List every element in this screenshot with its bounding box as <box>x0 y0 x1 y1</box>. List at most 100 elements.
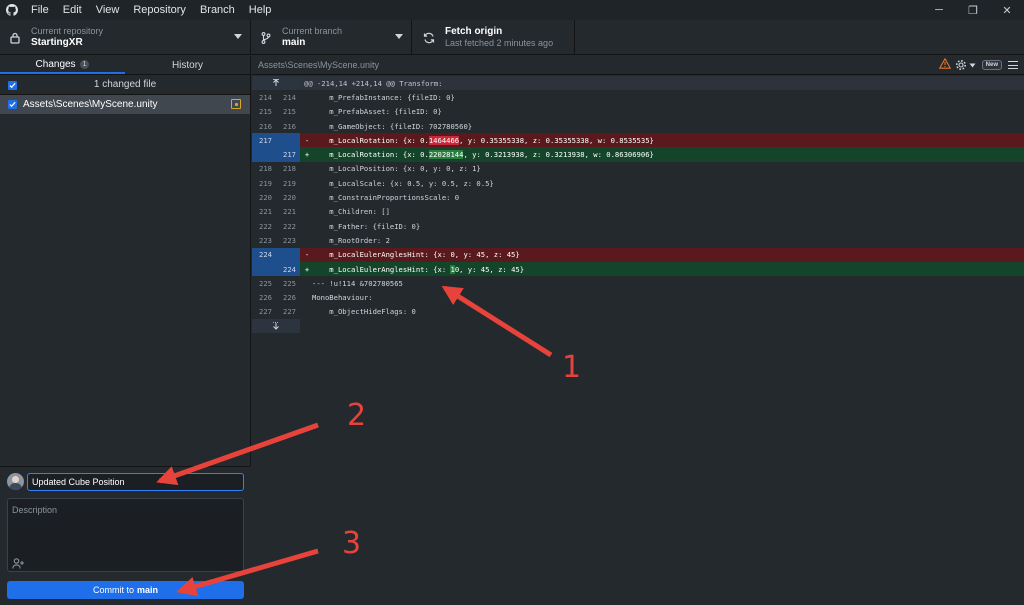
commit-button[interactable]: Commit to main <box>7 581 244 599</box>
diff-sign <box>302 222 312 231</box>
annotation-number-1: 1 <box>562 350 582 385</box>
line-numbers: 225 225 <box>252 276 300 291</box>
diff-line-context[interactable]: 216 216 m_GameObject: {fileID: 702780560} <box>252 118 1024 134</box>
tab-history[interactable]: History <box>125 56 250 74</box>
line-numbers: 220 220 <box>252 190 300 205</box>
menu-edit[interactable]: Edit <box>56 4 89 16</box>
menu-branch[interactable]: Branch <box>193 4 242 16</box>
diff-line-context[interactable]: 223 223 m_RootOrder: 2 <box>252 233 1024 248</box>
diff-line-del[interactable]: 224 - m_LocalEulerAnglesHint: {x: 0, y: 4… <box>252 247 1024 262</box>
menu-help[interactable]: Help <box>242 4 279 16</box>
menu-repository[interactable]: Repository <box>126 4 193 16</box>
warning-icon[interactable] <box>938 57 951 72</box>
diff-line-context[interactable]: 214 214 m_PrefabInstance: {fileID: 0} <box>252 90 1024 105</box>
file-list-item[interactable]: Assets\Scenes\MyScene.unity <box>0 95 250 114</box>
line-numbers: 219 219 <box>252 176 300 191</box>
line-numbers: 216 216 <box>252 118 300 134</box>
diff-sign: + <box>304 150 310 160</box>
minimize-button[interactable]: ─ <box>922 0 956 20</box>
fetch-origin-button[interactable]: Fetch origin Last fetched 2 minutes ago <box>412 20 575 55</box>
diff-sign <box>302 193 312 202</box>
commit-description-box[interactable] <box>7 498 244 572</box>
select-all-checkbox[interactable] <box>8 81 17 90</box>
new-line-number: 216 <box>283 121 296 131</box>
code-segment: , y: 0.3213938, z: 0.3213938, w: 0.86306… <box>463 150 654 160</box>
code-segment: m_LocalEulerAnglesHint: {x: 0, y: 45, z:… <box>312 250 520 260</box>
menu-icon[interactable] <box>1008 60 1018 70</box>
diff-line-context[interactable]: 215 215 m_PrefabAsset: {fileID: 0} <box>252 104 1024 119</box>
current-repository-dropdown[interactable]: Current repository StartingXR <box>0 20 251 55</box>
code-text: m_LocalScale: {x: 0.5, y: 0.5, z: 0.5} <box>312 178 494 188</box>
close-button[interactable]: ✕ <box>990 0 1024 20</box>
diff-line-context[interactable]: 227 227 m_ObjectHideFlags: 0 <box>252 304 1024 320</box>
diff-line-context[interactable]: 221 221 m_Children: [] <box>252 204 1024 219</box>
diff-line-context[interactable]: 219 219 m_LocalScale: {x: 0.5, y: 0.5, z:… <box>252 176 1024 191</box>
menu-view[interactable]: View <box>89 4 127 16</box>
code-text: m_LocalEulerAnglesHint: {x: 0, y: 45, z:… <box>312 250 1024 259</box>
file-checkbox[interactable] <box>8 100 17 109</box>
code-text: m_GameObject: {fileID: 702780560} <box>312 121 473 131</box>
diff-sign <box>302 207 312 216</box>
code-text: m_PrefabAsset: {fileID: 0} <box>312 107 442 117</box>
new-line-number: 220 <box>283 193 296 203</box>
code-text: MonoBehaviour: <box>312 293 373 303</box>
diff-line-add[interactable]: 224 + m_LocalEulerAnglesHint: {x: 10, y: … <box>252 261 1024 277</box>
branch-icon <box>259 31 273 44</box>
code-segment: m_LocalRotation: {x: 0. <box>312 150 429 160</box>
last-fetched-text: Last fetched 2 minutes ago <box>445 38 554 48</box>
diff-sign <box>302 93 312 102</box>
expand-down-icon[interactable] <box>252 319 300 334</box>
toolbar: Current repository StartingXR Current br… <box>0 20 1024 55</box>
old-line-number: 224 <box>259 250 272 260</box>
diff-sign <box>302 122 312 131</box>
diff-sign <box>302 307 312 316</box>
code-text: --- !u!114 &702780565 <box>312 278 403 288</box>
check-icon <box>9 82 16 89</box>
new-line-number: 222 <box>283 221 296 231</box>
diff-line-del[interactable]: 217 - m_LocalRotation: {x: 0.1464466, y: … <box>252 133 1024 148</box>
diff-sign: - <box>304 250 310 260</box>
new-line-number: 218 <box>283 164 296 174</box>
repo-label: Current repository <box>31 26 104 36</box>
new-line-number: 217 <box>283 150 296 160</box>
diff-line-add[interactable]: 217 + m_LocalRotation: {x: 0.22028144, y:… <box>252 147 1024 162</box>
expand-up-icon[interactable] <box>252 76 300 91</box>
code-segment: , y: 0.35355338, z: 0.35355338, w: 0.853… <box>459 135 654 145</box>
diff-line-context[interactable]: 220 220 m_ConstrainProportionsScale: 0 <box>252 190 1024 205</box>
chevron-down-icon <box>969 63 976 67</box>
new-line-number: 225 <box>283 278 296 288</box>
window-controls: ─ ❐ ✕ <box>922 0 1024 20</box>
code-text: m_LocalEulerAnglesHint: {x: 10, y: 45, z… <box>312 264 1024 274</box>
sync-icon <box>422 32 436 44</box>
old-line-number: 214 <box>259 92 272 102</box>
old-line-number: 217 <box>259 135 272 145</box>
diff-line-context[interactable]: 226 226 MonoBehaviour: <box>252 290 1024 305</box>
code-text: m_RootOrder: 2 <box>312 235 390 245</box>
diff-line-context[interactable]: 222 222 m_Father: {fileID: 0} <box>252 218 1024 234</box>
old-line-number: 215 <box>259 107 272 117</box>
tab-changes-label: Changes <box>35 58 76 70</box>
line-numbers: 214 214 <box>252 90 300 105</box>
hunk-header-text: @@ -214,14 +214,14 @@ Transform: <box>304 78 443 88</box>
old-line-number: 219 <box>259 178 272 188</box>
menu-bar: File Edit View Repository Branch Help ─ … <box>0 0 1024 20</box>
diff-line-context[interactable]: 218 218 m_LocalPosition: {x: 0, y: 0, z: … <box>252 161 1024 177</box>
commit-description-input[interactable] <box>8 499 243 555</box>
code-text: m_PrefabInstance: {fileID: 0} <box>312 92 455 102</box>
changed-files-count: 1 changed file <box>93 79 157 90</box>
restore-button[interactable]: ❐ <box>956 0 990 20</box>
chevron-down-icon <box>234 34 242 39</box>
diff-line-context[interactable]: 225 225 --- !u!114 &702780565 <box>252 276 1024 291</box>
code-text: m_ConstrainProportionsScale: 0 <box>312 193 460 203</box>
add-coauthor-icon[interactable] <box>12 557 26 569</box>
tab-changes[interactable]: Changes 1 <box>0 56 125 74</box>
commit-summary-input[interactable] <box>27 473 244 491</box>
menu-file[interactable]: File <box>24 4 56 16</box>
code-segment: m_LocalEulerAnglesHint: {x: <box>312 264 451 274</box>
current-branch-dropdown[interactable]: Current branch main <box>251 20 412 55</box>
new-line-number: 221 <box>283 207 296 217</box>
tab-history-label: History <box>171 59 204 71</box>
old-line-number: 221 <box>259 207 272 217</box>
gear-icon[interactable] <box>955 59 976 71</box>
diff-panel: Assets\Scenes\MyScene.unity New @@ -214,… <box>252 56 1024 605</box>
